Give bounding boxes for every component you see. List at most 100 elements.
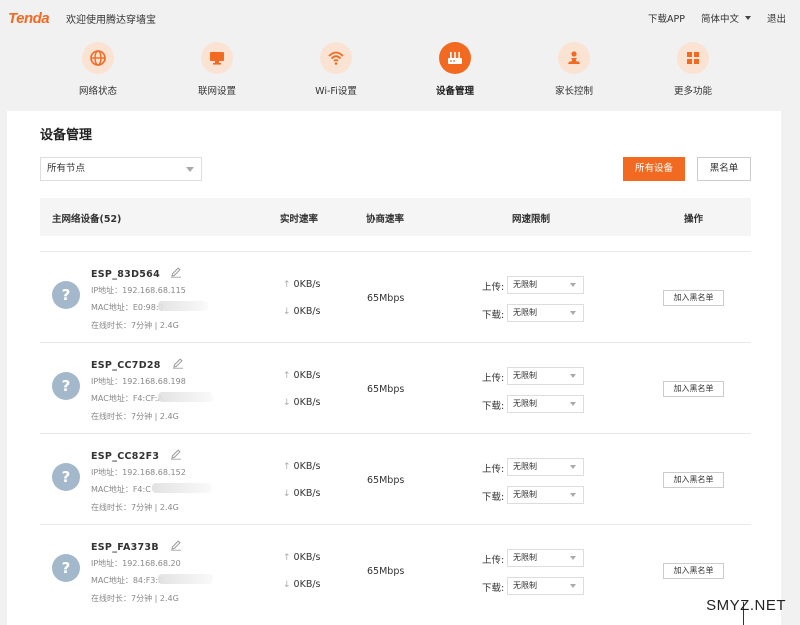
- chevron-down-icon: [570, 556, 576, 560]
- parental-icon: [558, 42, 590, 74]
- blacklist-button[interactable]: 黑名单: [697, 157, 751, 181]
- upload-limit-select[interactable]: 无限制: [507, 367, 584, 385]
- arrow-down-icon: ↓: [283, 580, 291, 590]
- upload-limit-value: 无限制: [513, 371, 537, 380]
- arrow-up-icon: ↑: [283, 371, 291, 381]
- monitor-icon: [201, 42, 233, 74]
- router-icon: [439, 42, 471, 74]
- node-filter-select[interactable]: 所有节点: [40, 157, 202, 181]
- add-to-blacklist-button[interactable]: 加入黑名单: [663, 290, 724, 306]
- device-ip: IP地址：192.168.68.115: [91, 286, 186, 295]
- grid-icon: [677, 42, 709, 74]
- arrow-down-icon: ↓: [283, 398, 291, 408]
- edit-icon[interactable]: [170, 539, 182, 551]
- add-to-blacklist-button[interactable]: 加入黑名单: [663, 381, 724, 397]
- unknown-device-icon: ?: [52, 463, 80, 491]
- device-online-time: 在线时长：7分钟 | 2.4G: [91, 412, 179, 421]
- download-limit-label: 下载:: [482, 310, 505, 321]
- negotiated-speed: 65Mbps: [367, 293, 405, 304]
- download-limit-select[interactable]: 无限制: [507, 304, 584, 322]
- upload-limit-label: 上传:: [482, 464, 505, 475]
- nav-label: 联网设置: [197, 86, 236, 97]
- upload-speed-value: 0KB/s: [293, 552, 321, 563]
- upload-limit-value: 无限制: [513, 280, 537, 289]
- device-mac: MAC地址：F4:C: [91, 485, 151, 494]
- add-to-blacklist-button[interactable]: 加入黑名单: [663, 472, 724, 488]
- chevron-down-icon: [570, 311, 576, 315]
- nav-wifi-settings[interactable]: Wi-Fi设置: [286, 42, 386, 97]
- chevron-down-icon: [186, 167, 194, 172]
- upload-speed-value: 0KB/s: [293, 461, 321, 472]
- language-select[interactable]: 简体中文: [701, 11, 751, 25]
- chevron-down-icon: [570, 465, 576, 469]
- device-ip: IP地址：192.168.68.152: [91, 468, 186, 477]
- download-app-link[interactable]: 下载APP: [648, 11, 685, 25]
- download-limit-label: 下载:: [482, 583, 505, 594]
- device-mac: MAC地址：F4:CF:A: [91, 394, 163, 403]
- chevron-down-icon: [744, 16, 751, 20]
- upload-speed-value: 0KB/s: [293, 370, 321, 381]
- nav-label: 设备管理: [435, 86, 474, 97]
- logout-link[interactable]: 退出: [767, 11, 786, 25]
- add-to-blacklist-button[interactable]: 加入黑名单: [663, 563, 724, 579]
- unknown-device-icon: ?: [52, 281, 80, 309]
- col-header-operation: 操作: [684, 214, 704, 225]
- device-mac: MAC地址：84:F3:E: [91, 576, 164, 585]
- download-limit-select[interactable]: 无限制: [507, 577, 584, 595]
- nav-internet-settings[interactable]: 联网设置: [167, 42, 267, 97]
- chevron-down-icon: [570, 402, 576, 406]
- table-header: 主网络设备(52) 实时速率 协商速率 网速限制 操作: [40, 198, 751, 236]
- edit-icon[interactable]: [170, 266, 182, 278]
- wifi-icon: [320, 42, 352, 74]
- upload-limit-select[interactable]: 无限制: [507, 458, 584, 476]
- table-row: ? ESP_FA373B IP地址：192.168.68.20 MAC地址：84…: [40, 525, 751, 615]
- language-label: 简体中文: [700, 14, 739, 25]
- upload-limit-select[interactable]: 无限制: [507, 276, 584, 294]
- globe-icon: [82, 42, 114, 74]
- arrow-down-icon: ↓: [283, 489, 291, 499]
- mac-redaction: [158, 574, 213, 584]
- download-limit-select[interactable]: 无限制: [507, 486, 584, 504]
- download-limit-value: 无限制: [513, 399, 537, 408]
- device-name: ESP_83D564: [91, 269, 160, 280]
- col-header-negotiated-speed: 协商速率: [366, 214, 405, 225]
- device-mac: MAC地址：E0:98:0: [91, 303, 164, 312]
- upload-limit-select[interactable]: 无限制: [507, 549, 584, 567]
- chevron-down-icon: [570, 374, 576, 378]
- upload-limit-value: 无限制: [513, 462, 537, 471]
- device-online-time: 在线时长：7分钟 | 2.4G: [91, 321, 179, 330]
- tenda-logo[interactable]: Tenda: [8, 10, 50, 27]
- col-header-speed-limit: 网速限制: [512, 214, 551, 225]
- edit-icon[interactable]: [172, 357, 184, 369]
- nav-label: 家长控制: [554, 86, 593, 97]
- chevron-down-icon: [570, 584, 576, 588]
- chevron-down-icon: [570, 493, 576, 497]
- download-speed-value: 0KB/s: [293, 488, 321, 499]
- arrow-up-icon: ↑: [283, 462, 291, 472]
- nav-parental-control[interactable]: 家长控制: [524, 42, 624, 97]
- nav-device-management[interactable]: 设备管理: [405, 42, 505, 97]
- table-row: ? ESP_CC7D28 IP地址：192.168.68.198 MAC地址：F…: [40, 343, 751, 433]
- upload-speed: ↑ 0KB/s: [283, 552, 321, 563]
- edit-icon[interactable]: [170, 448, 182, 460]
- upload-speed: ↑ 0KB/s: [283, 279, 321, 290]
- upload-limit-value: 无限制: [513, 553, 537, 562]
- table-row: ? ESP_CC82F3 IP地址：192.168.68.152 MAC地址：F…: [40, 434, 751, 524]
- download-limit-label: 下载:: [482, 401, 505, 412]
- nav-more-functions[interactable]: 更多功能: [643, 42, 743, 97]
- negotiated-speed: 65Mbps: [367, 566, 405, 577]
- upload-speed: ↑ 0KB/s: [283, 370, 321, 381]
- arrow-up-icon: ↑: [283, 553, 291, 563]
- watermark: SMYZ.NET: [706, 597, 786, 614]
- download-speed-value: 0KB/s: [293, 397, 321, 408]
- top-bar: Tenda 欢迎使用腾达穿墙宝 下载APP 简体中文 退出: [0, 0, 800, 36]
- download-limit-select[interactable]: 无限制: [507, 395, 584, 413]
- unknown-device-icon: ?: [52, 372, 80, 400]
- nav-label: 更多功能: [673, 86, 712, 97]
- arrow-up-icon: ↑: [283, 280, 291, 290]
- nav-network-status[interactable]: 网络状态: [48, 42, 148, 97]
- download-speed-value: 0KB/s: [293, 579, 321, 590]
- mac-redaction: [152, 483, 212, 493]
- download-limit-value: 无限制: [513, 581, 537, 590]
- all-devices-button[interactable]: 所有设备: [623, 157, 685, 181]
